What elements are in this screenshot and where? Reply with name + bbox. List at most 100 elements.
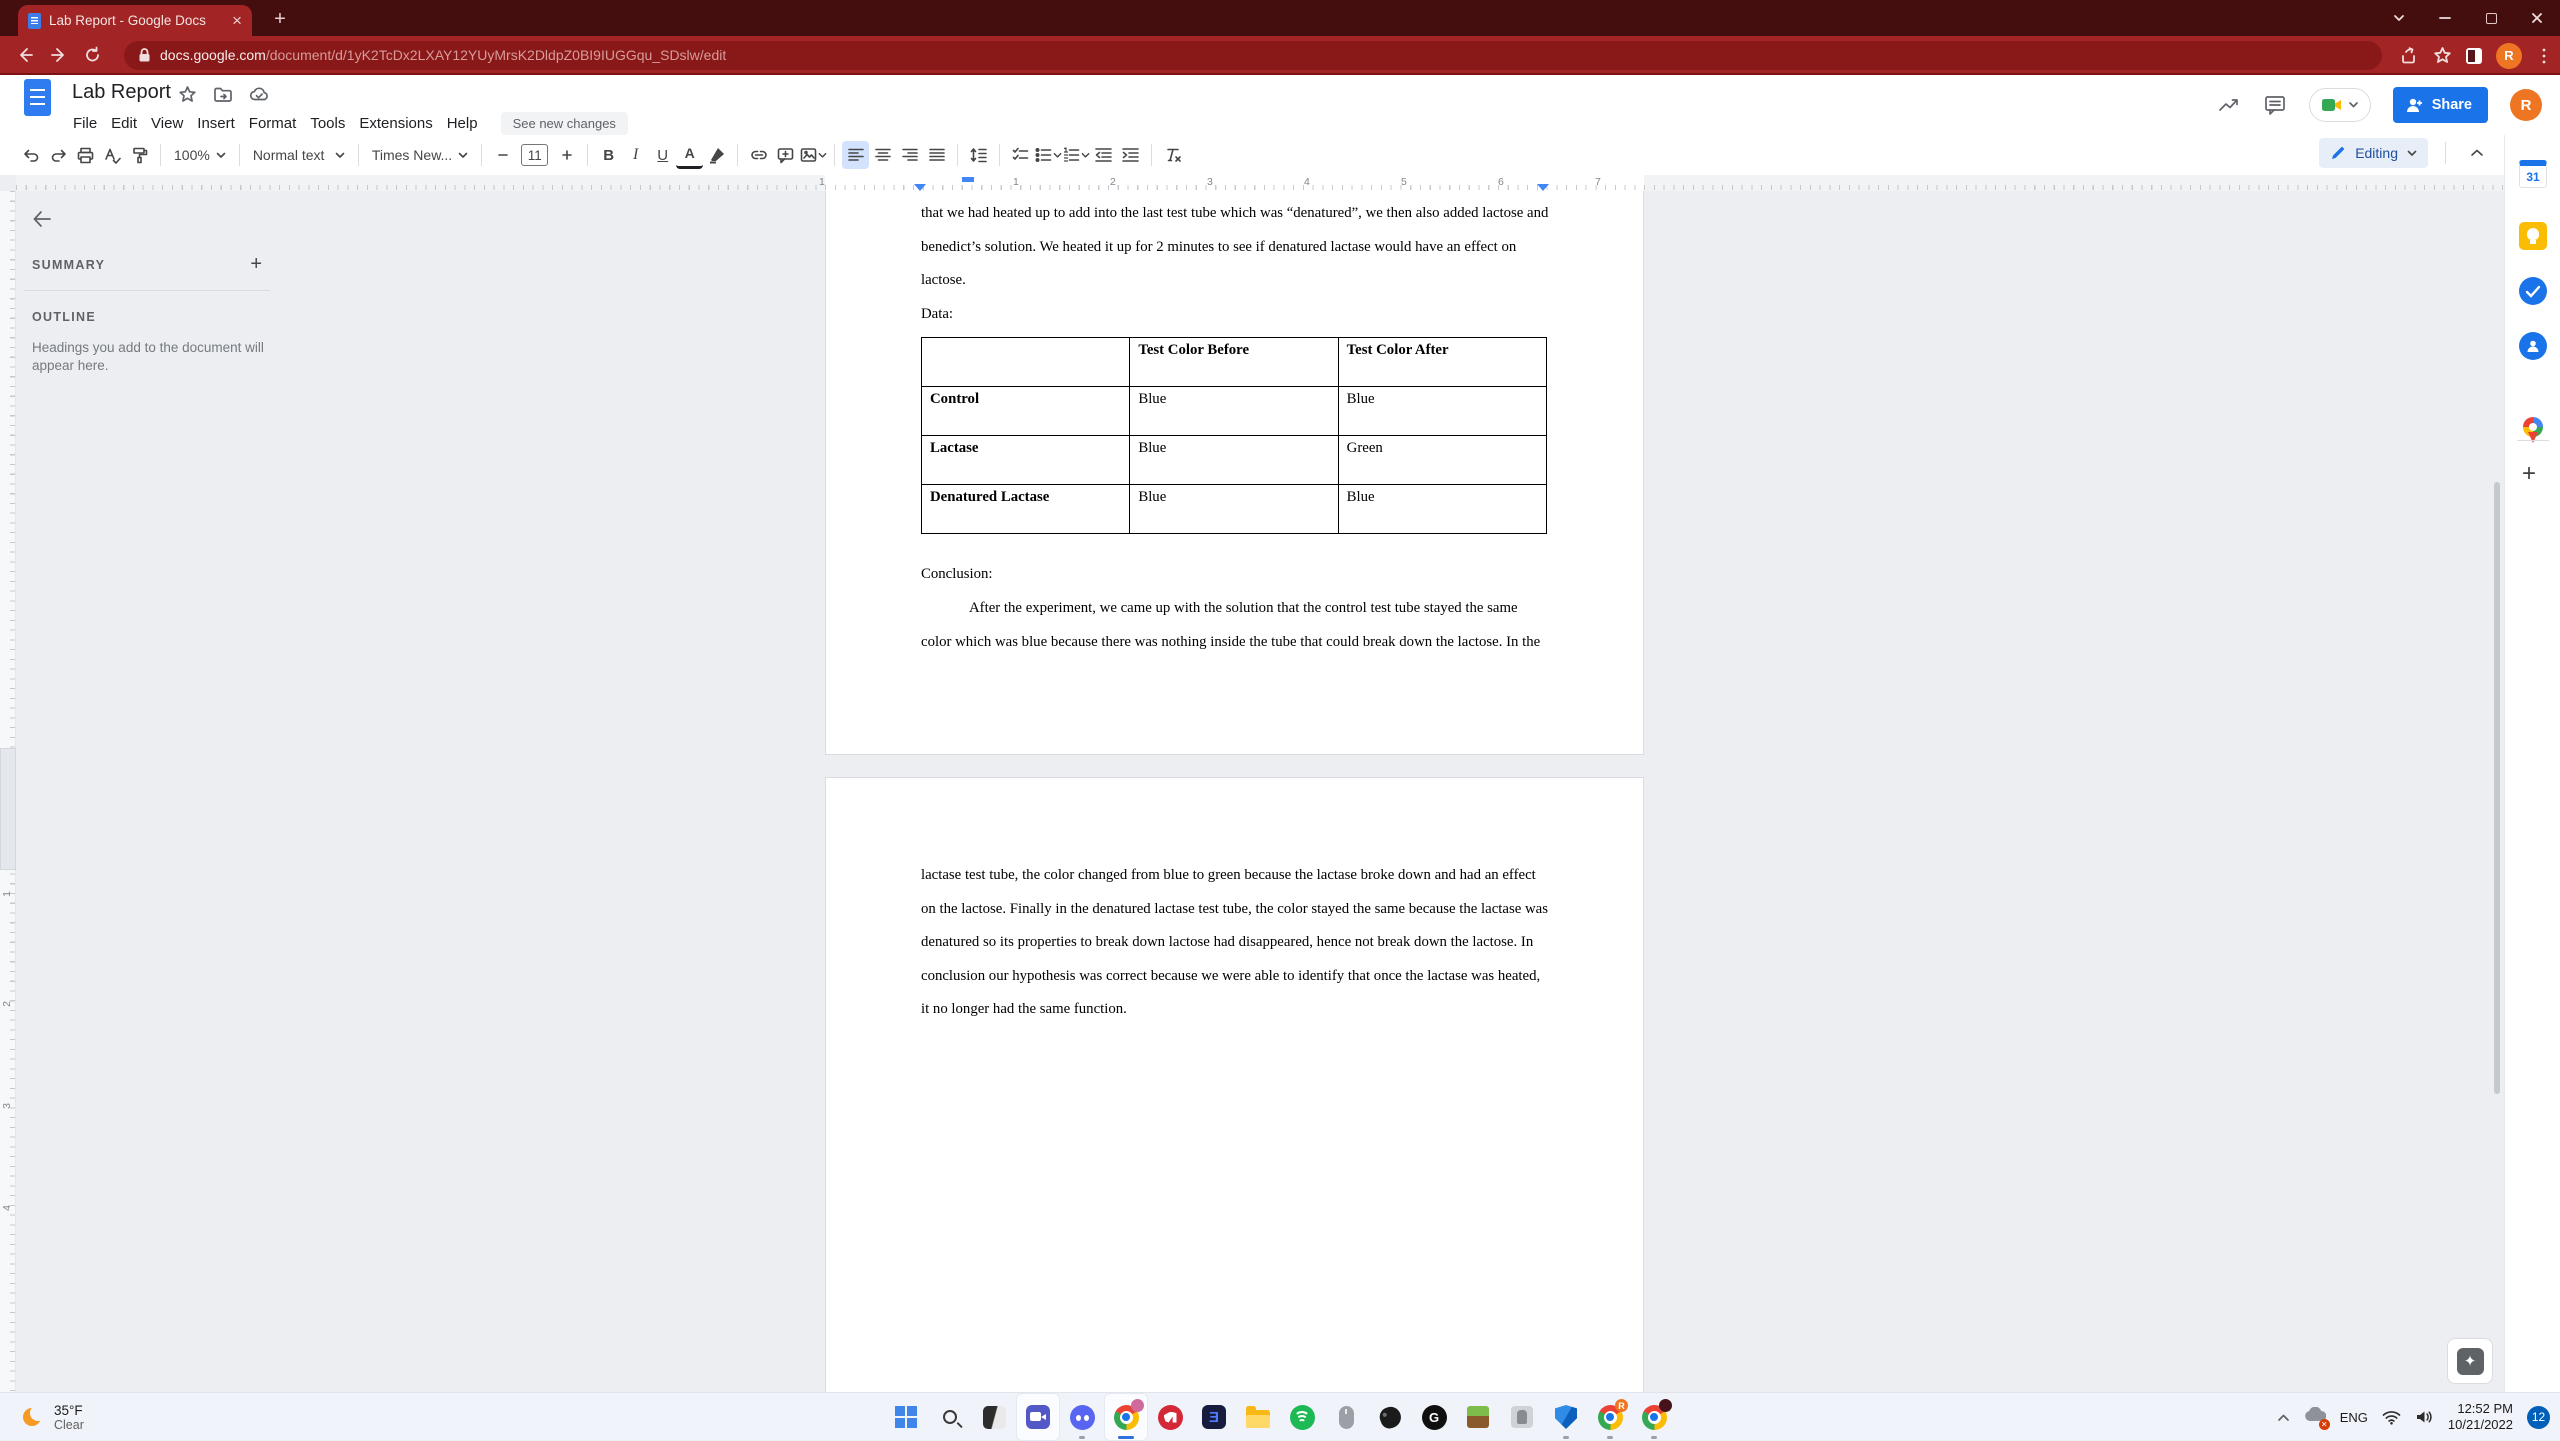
google-contacts-icon[interactable] — [2519, 332, 2547, 360]
extension-icon[interactable] — [2466, 48, 2482, 64]
table-cell[interactable] — [922, 338, 1130, 387]
overwolf-app-icon[interactable]: Ǝ — [1192, 1393, 1236, 1441]
doc-line[interactable]: color which was blue because there was n… — [921, 626, 1547, 660]
chat-app-icon[interactable] — [1016, 1393, 1060, 1441]
document-page-2[interactable]: lactase test tube, the color changed fro… — [825, 777, 1644, 1392]
clock[interactable]: 12:52 PM 10/21/2022 — [2448, 1401, 2513, 1433]
google-calendar-icon[interactable]: 31 — [2519, 160, 2547, 188]
window-close-button[interactable] — [2514, 0, 2560, 36]
cloud-saved-icon[interactable] — [249, 86, 270, 103]
windows-security-icon[interactable] — [1544, 1393, 1588, 1441]
mouse-utility-icon[interactable] — [1324, 1393, 1368, 1441]
doc-line[interactable]: it no longer had the same function. — [921, 993, 1547, 1027]
underline-button[interactable]: U — [649, 141, 676, 169]
forward-icon[interactable] — [42, 41, 76, 69]
doc-line[interactable]: After the experiment, we came up with th… — [921, 592, 1547, 626]
spellcheck-button[interactable] — [99, 141, 126, 169]
redo-button[interactable] — [45, 141, 72, 169]
doc-line[interactable]: on the lactose. Finally in the denatured… — [921, 893, 1547, 927]
table-header-cell[interactable]: Test Color After — [1338, 338, 1546, 387]
first-line-indent-marker[interactable] — [962, 177, 974, 182]
left-margin-marker[interactable] — [914, 184, 926, 191]
numbered-list-button[interactable] — [1062, 141, 1090, 169]
text-color-button[interactable]: A — [676, 141, 703, 169]
chrome-active-icon[interactable] — [1104, 1393, 1148, 1441]
font-family-select[interactable]: Times New... — [366, 141, 474, 169]
chrome-profile-r-icon[interactable]: R — [1588, 1393, 1632, 1441]
decrease-indent-button[interactable] — [1090, 141, 1117, 169]
wifi-icon[interactable] — [2382, 1410, 2401, 1425]
document-insights-icon[interactable] — [2217, 93, 2241, 117]
back-icon[interactable] — [8, 41, 42, 69]
paragraph-style-select[interactable]: Normal text — [247, 141, 351, 169]
table-cell[interactable]: Control — [922, 387, 1130, 436]
menu-extensions[interactable]: Extensions — [352, 112, 439, 135]
move-folder-icon[interactable] — [213, 86, 233, 104]
table-cell[interactable]: Lactase — [922, 436, 1130, 485]
notification-count-badge[interactable]: 12 — [2527, 1406, 2550, 1429]
checklist-button[interactable] — [1007, 141, 1034, 169]
window-maximize-button[interactable] — [2468, 0, 2514, 36]
url-bar[interactable]: docs.google.com/document/d/1yK2TcDx2LXAY… — [124, 41, 2382, 70]
add-comment-button[interactable] — [772, 141, 799, 169]
menu-file[interactable]: File — [66, 112, 104, 135]
menu-format[interactable]: Format — [242, 112, 304, 135]
tab-search-chevron-icon[interactable] — [2376, 0, 2422, 36]
doc-line[interactable]: benedict’s solution. We heated it up for… — [921, 231, 1547, 265]
document-title[interactable]: Lab Report — [72, 81, 171, 104]
doc-line[interactable]: lactase test tube, the color changed fro… — [921, 859, 1547, 893]
font-size-increase-button[interactable] — [553, 141, 580, 169]
align-left-button[interactable] — [842, 141, 869, 169]
horizontal-ruler[interactable]: 1 1 2 3 4 5 6 7 — [16, 175, 2504, 191]
doc-line[interactable]: Conclusion: — [921, 558, 1547, 592]
table-cell[interactable]: Denatured Lactase — [922, 485, 1130, 534]
riot-games-icon[interactable] — [1148, 1393, 1192, 1441]
doc-line[interactable]: that we had heated up to add into the la… — [921, 197, 1547, 231]
spotify-icon[interactable] — [1280, 1393, 1324, 1441]
share-page-icon[interactable] — [2400, 46, 2419, 65]
tray-chevron-up-icon[interactable] — [2277, 1413, 2290, 1422]
meet-call-button[interactable] — [2309, 88, 2371, 122]
align-center-button[interactable] — [869, 141, 896, 169]
table-cell[interactable]: Blue — [1338, 387, 1546, 436]
logitech-g-hub-icon[interactable]: G — [1412, 1393, 1456, 1441]
tab-close-icon[interactable]: × — [232, 12, 242, 29]
google-keep-icon[interactable] — [2519, 222, 2547, 250]
table-cell[interactable]: Blue — [1130, 485, 1338, 534]
zoom-select[interactable]: 100% — [168, 141, 232, 169]
line-spacing-button[interactable] — [965, 141, 992, 169]
comment-history-icon[interactable] — [2263, 93, 2287, 117]
see-new-changes-button[interactable]: See new changes — [501, 112, 628, 135]
bookmark-star-icon[interactable] — [2433, 46, 2452, 65]
vertical-scrollbar[interactable] — [2494, 482, 2500, 1094]
google-tasks-icon[interactable] — [2519, 277, 2547, 305]
dark-mouse-app-icon[interactable] — [1368, 1393, 1412, 1441]
docs-logo-icon[interactable] — [24, 79, 51, 116]
docs-profile-avatar[interactable]: R — [2510, 89, 2542, 121]
minecraft-icon[interactable] — [1456, 1393, 1500, 1441]
grey-app-icon[interactable] — [1500, 1393, 1544, 1441]
italic-button[interactable]: I — [622, 141, 649, 169]
task-view-app-icon[interactable] — [972, 1393, 1016, 1441]
table-header-cell[interactable]: Test Color Before — [1130, 338, 1338, 387]
clear-formatting-button[interactable] — [1159, 141, 1186, 169]
table-cell[interactable]: Green — [1338, 436, 1546, 485]
align-right-button[interactable] — [896, 141, 923, 169]
insert-image-button[interactable] — [799, 141, 827, 169]
right-margin-marker[interactable] — [1537, 184, 1549, 191]
font-size-decrease-button[interactable] — [489, 141, 516, 169]
table-cell[interactable]: Blue — [1130, 387, 1338, 436]
browser-tab[interactable]: Lab Report - Google Docs × — [18, 5, 252, 36]
window-minimize-button[interactable] — [2422, 0, 2468, 36]
share-button[interactable]: Share — [2393, 87, 2488, 123]
browser-menu-kebab-icon[interactable] — [2536, 47, 2552, 65]
insert-link-button[interactable] — [745, 141, 772, 169]
reload-icon[interactable] — [76, 41, 110, 69]
menu-tools[interactable]: Tools — [303, 112, 352, 135]
star-document-icon[interactable] — [178, 85, 197, 104]
increase-indent-button[interactable] — [1117, 141, 1144, 169]
table-cell[interactable]: Blue — [1130, 436, 1338, 485]
bulleted-list-button[interactable] — [1034, 141, 1062, 169]
table-cell[interactable]: Blue — [1338, 485, 1546, 534]
add-summary-button[interactable]: + — [250, 253, 262, 276]
